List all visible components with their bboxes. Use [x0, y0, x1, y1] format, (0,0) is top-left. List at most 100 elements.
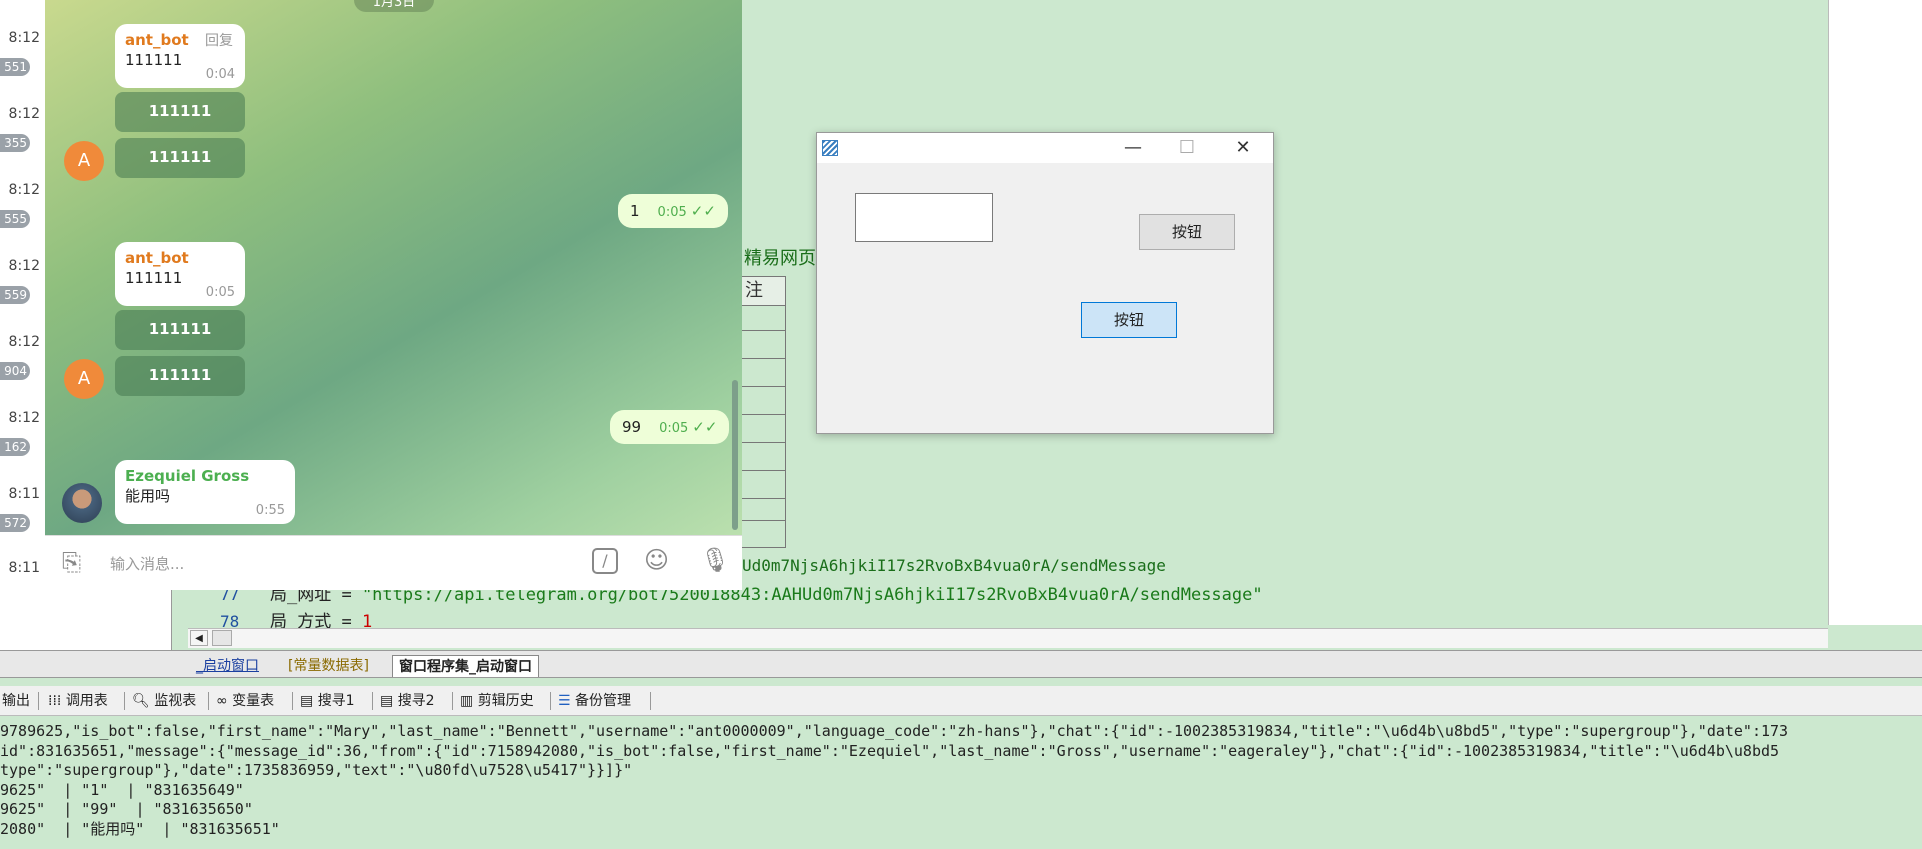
scroll-thumb[interactable] — [212, 630, 232, 646]
double-check-icon: ✓✓ — [690, 202, 716, 220]
output-line: 9625" | "99" | "831635650" — [0, 800, 253, 818]
list-badge: 551 — [0, 58, 30, 76]
avatar[interactable]: A — [64, 141, 104, 181]
separator — [292, 692, 293, 710]
find-icon: ▤ — [300, 693, 314, 709]
app-icon — [822, 140, 838, 156]
tab-output[interactable]: 输出 — [2, 690, 30, 712]
keyboard-button[interactable]: 111111 — [115, 310, 245, 350]
sender-name[interactable]: Ezequiel Gross — [125, 466, 285, 486]
list-time: 8:12 — [8, 258, 40, 274]
close-button[interactable]: ✕ — [1228, 136, 1258, 160]
date-pill: 1月3日 — [354, 0, 434, 12]
user-avatar[interactable] — [62, 483, 102, 523]
table-grid — [740, 276, 786, 548]
call-table-icon: ⁞⁞⁞ — [48, 693, 62, 709]
separator — [124, 692, 125, 710]
backup-icon: ☰ — [558, 693, 571, 709]
list-time: 8:12 — [8, 334, 40, 350]
outgoing-message[interactable]: 1 0:05 ✓✓ — [618, 194, 728, 228]
keyboard-button[interactable]: 111111 — [115, 92, 245, 132]
tab-label: 监视表 — [154, 693, 197, 709]
emoji-icon[interactable]: ☺ — [644, 546, 669, 574]
dialog-titlebar[interactable] — [817, 133, 1273, 163]
tab-call-table[interactable]: ⁞⁞⁞ 调用表 — [48, 690, 108, 712]
tab-watch[interactable]: 🔍︎ 监视表 — [132, 690, 196, 712]
tab-label: 变量表 — [232, 693, 275, 709]
message-time: 0:04 — [205, 67, 235, 82]
grid-line — [740, 386, 786, 387]
attach-icon[interactable]: ⎘ — [62, 548, 81, 576]
editor-tabs: _启动窗口 [常量数据表] 窗口程序集_启动窗口 — [0, 650, 1922, 678]
separator — [452, 692, 453, 710]
tab-startup-window[interactable]: _启动窗口 — [190, 655, 265, 677]
sender-name[interactable]: ant_bot — [125, 248, 235, 268]
output-panel[interactable]: 9789625,"is_bot":false,"first_name":"Mar… — [0, 718, 1922, 849]
message-time: 0:05 — [657, 205, 687, 220]
list-time: 8:11 — [8, 486, 40, 502]
list-badge: 572 — [0, 514, 30, 532]
message-bubble[interactable]: Ezequiel Gross 能用吗 0:55 — [115, 460, 295, 524]
bottom-toolbar: 输出 ⁞⁞⁞ 调用表 🔍︎ 监视表 ∞ 变量表 ▤ 搜寻1 ▤ 搜寻2 ▥ 剪辑… — [0, 686, 1922, 716]
message-time: 0:05 — [205, 285, 235, 300]
list-time: 8:12 — [8, 30, 40, 46]
message-time: 0:55 — [255, 503, 285, 518]
tab-label: 调用表 — [65, 693, 108, 709]
horizontal-scrollbar[interactable] — [188, 628, 1828, 648]
dialog-button-1[interactable]: 按钮 — [1139, 214, 1235, 250]
tab-search1[interactable]: ▤ 搜寻1 — [300, 690, 355, 712]
list-time: 8:11 — [8, 560, 40, 576]
separator — [550, 692, 551, 710]
dialog-window[interactable] — [816, 132, 1274, 434]
message-text: 1 — [630, 202, 640, 220]
tab-backup[interactable]: ☰ 备份管理 — [558, 690, 631, 712]
chat-scrollbar[interactable] — [732, 380, 738, 530]
microphone-icon[interactable]: 🎙︎ — [700, 546, 730, 574]
scroll-left-button[interactable]: ◀ — [190, 630, 208, 646]
message-bubble[interactable]: ant_bot 111111 回复 0:04 — [115, 24, 245, 88]
output-line: 2080" | "能用吗" | "831635651" — [0, 819, 280, 838]
double-check-icon: ✓✓ — [692, 418, 718, 436]
grid-line — [740, 414, 786, 415]
tab-clip-history[interactable]: ▥ 剪辑历史 — [460, 690, 534, 712]
outgoing-message[interactable]: 99 0:05 ✓✓ — [610, 410, 730, 444]
tab-search2[interactable]: ▤ 搜寻2 — [380, 690, 435, 712]
separator — [650, 692, 651, 710]
message-text: 99 — [622, 418, 642, 436]
minimize-button[interactable]: — — [1118, 136, 1148, 160]
grid-line — [740, 442, 786, 443]
dialog-text-input[interactable] — [855, 193, 993, 242]
tab-variables[interactable]: ∞ 变量表 — [216, 690, 274, 712]
message-bubble[interactable]: ant_bot 111111 0:05 — [115, 242, 245, 306]
find-icon: ▤ — [380, 693, 394, 709]
search-icon: 🔍︎ — [132, 693, 150, 709]
web-label: 精易网页 — [744, 248, 816, 269]
grid-line — [740, 470, 786, 471]
avatar[interactable]: A — [64, 359, 104, 399]
tab-label: 搜寻1 — [317, 693, 355, 709]
output-line: 9625" | "1" | "831635649" — [0, 780, 244, 799]
tab-window-assembly[interactable]: 窗口程序集_启动窗口 — [392, 655, 539, 677]
keyboard-button[interactable]: 111111 — [115, 138, 245, 178]
tab-label: 搜寻2 — [397, 693, 435, 709]
editor-right-panel — [1828, 0, 1922, 625]
list-time: 8:12 — [8, 182, 40, 198]
output-line: 9789625,"is_bot":false,"first_name":"Mar… — [0, 722, 1789, 740]
keyboard-button[interactable]: 111111 — [115, 356, 245, 396]
reply-label[interactable]: 回复 — [205, 30, 233, 50]
list-badge: 904 — [0, 362, 30, 380]
maximize-button[interactable]: ☐ — [1172, 136, 1202, 160]
grid-line — [740, 358, 786, 359]
dialog-button-2[interactable]: 按钮 — [1081, 302, 1177, 338]
output-line: type":"supergroup"},"date":1735836959,"t… — [0, 761, 633, 779]
output-line: id":831635651,"message":{"message_id":36… — [0, 741, 1780, 760]
tab-constants[interactable]: [常量数据表] — [282, 655, 375, 677]
list-time: 8:12 — [8, 410, 40, 426]
separator — [372, 692, 373, 710]
code-line[interactable]: Ud0m7NjsA6hjkiI17s2RvoBxB4vua0rA/sendMes… — [742, 556, 1166, 575]
separator — [38, 692, 39, 710]
commands-icon[interactable]: / — [592, 548, 618, 574]
message-input[interactable]: 输入消息... — [110, 553, 184, 574]
grid-line — [740, 520, 786, 521]
grid-line — [740, 498, 786, 499]
